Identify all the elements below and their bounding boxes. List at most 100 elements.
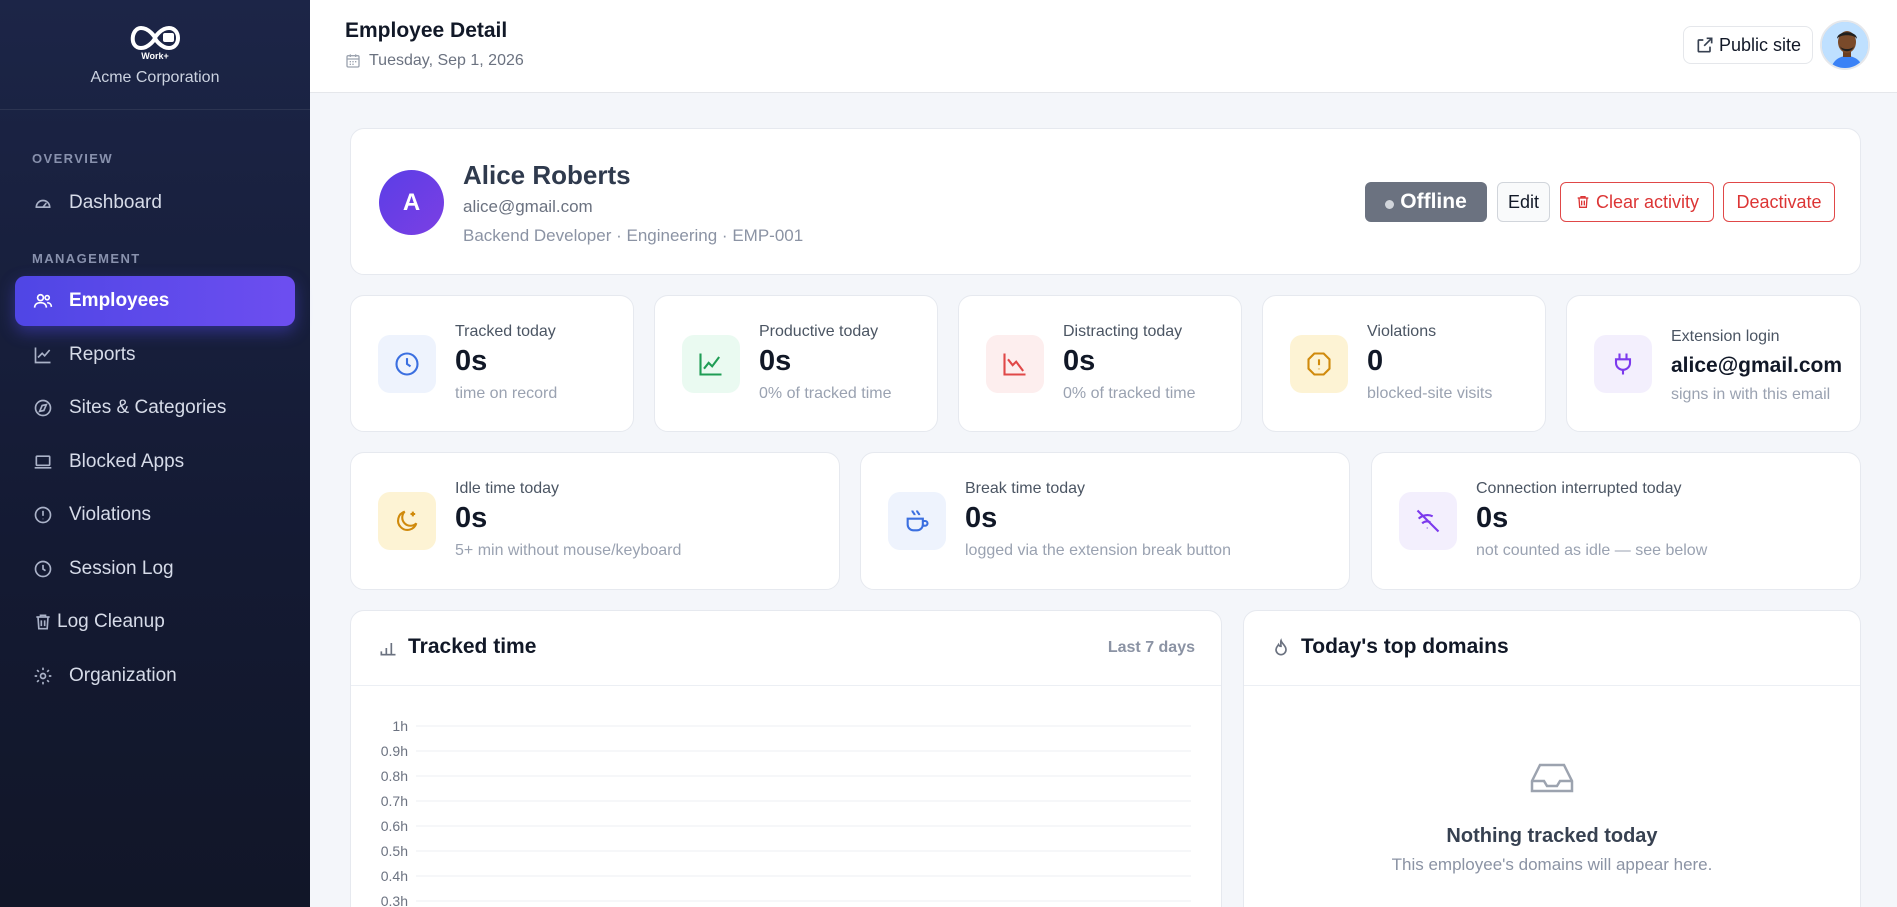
date-text: Tuesday, Sep 1, 2026	[369, 52, 524, 69]
sidebar-item-reports[interactable]: Reports	[15, 330, 295, 380]
stat-value: alice@gmail.com	[1671, 354, 1843, 377]
employee-meta: Backend Developer · Engineering · EMP-00…	[463, 226, 804, 245]
laptop-icon	[33, 452, 53, 472]
tracked-time-chart: 1h 0.9h 0.8h 0.7h 0.6h 0.5h 0.4h 0.3h	[381, 718, 1191, 907]
section-label-overview: OVERVIEW	[32, 151, 114, 166]
stat-sub: time on record	[455, 385, 558, 402]
gear-icon	[33, 666, 53, 686]
sidebar-item-label: Organization	[69, 665, 177, 686]
tracked-time-panel: Tracked time Last 7 days 1h 0.9h 0.8h 0.7h 0…	[350, 610, 1222, 907]
clock-icon	[378, 335, 436, 393]
sidebar-item-employees[interactable]: Employees	[15, 276, 295, 326]
stat-label: Idle time today	[455, 480, 560, 497]
flame-icon	[1271, 638, 1291, 658]
sidebar-item-label: Log Cleanup	[57, 611, 165, 632]
stat-label: Productive today	[759, 323, 879, 340]
stat-label: Violations	[1367, 323, 1437, 340]
stat-sub: blocked-site visits	[1367, 385, 1493, 402]
stat-value: 0s	[455, 502, 488, 534]
stat-value: 0s	[759, 345, 792, 377]
external-link-icon	[1695, 35, 1715, 55]
stat-value: 0s	[1063, 345, 1096, 377]
moon-icon	[378, 492, 436, 550]
status-text: Offline	[1400, 190, 1467, 213]
status-dot-icon	[1385, 199, 1395, 209]
sidebar-item-label: Session Log	[69, 558, 174, 579]
edit-button[interactable]: Edit	[1497, 182, 1550, 222]
stat-card-distracting-today: Distracting today 0s 0% of tracked time	[958, 295, 1242, 432]
clear-activity-button[interactable]: Clear activity	[1560, 182, 1714, 222]
sidebar: Work+ Acme Corporation OVERVIEW Dashboar…	[0, 0, 310, 907]
panel-header: Tracked time Last 7 days	[351, 611, 1221, 686]
stat-sub: 5+ min without mouse/keyboard	[455, 542, 682, 559]
sidebar-item-organization[interactable]: Organization	[15, 651, 295, 701]
stat-card-connection-interrupted: Connection interrupted today 0s not coun…	[1371, 452, 1861, 590]
stat-sub: logged via the extension break button	[965, 542, 1231, 559]
trash-icon	[1575, 194, 1591, 210]
stat-card-extension-login: Extension login alice@gmail.com signs in…	[1566, 295, 1861, 432]
bar-chart-icon	[378, 638, 398, 658]
stat-card-productive-today: Productive today 0s 0% of tracked time	[654, 295, 938, 432]
status-badge: Offline	[1365, 182, 1487, 222]
stat-sub: 0% of tracked time	[1063, 385, 1196, 402]
sidebar-item-label: Violations	[69, 504, 152, 525]
stat-sub: 0% of tracked time	[759, 385, 892, 402]
org-name: Acme Corporation	[90, 68, 220, 86]
company-logo[interactable]: Work+	[125, 23, 185, 61]
users-icon	[33, 291, 53, 311]
user-avatar[interactable]	[1820, 20, 1870, 70]
stat-card-tracked-today: Tracked today 0s time on record	[350, 295, 634, 432]
section-label-management: MANAGEMENT	[32, 251, 141, 266]
top-header: Employee Detail Tuesday, Sep 1, 2026 Pub…	[310, 0, 1897, 93]
calendar-icon	[345, 53, 361, 69]
chart-y-tick-label: 0.3h	[381, 893, 408, 907]
stat-label: Extension login	[1671, 328, 1780, 345]
trash-icon	[33, 612, 53, 632]
plug-icon	[1594, 335, 1652, 393]
stat-label: Tracked today	[455, 323, 556, 340]
stat-card-break-time: Break time today 0s logged via the exten…	[860, 452, 1350, 590]
coffee-icon	[888, 492, 946, 550]
chart-y-tick-label: 0.7h	[381, 793, 408, 809]
stat-value: 0s	[1476, 502, 1509, 534]
stat-value: 0s	[965, 502, 998, 534]
public-site-label: Public site	[1718, 34, 1802, 55]
alert-circle-icon	[33, 505, 53, 525]
stat-value: 0	[1367, 345, 1384, 377]
chart-y-tick-label: 1h	[392, 718, 408, 734]
sidebar-item-label: Blocked Apps	[69, 451, 185, 472]
chart-y-tick-label: 0.9h	[381, 743, 408, 759]
clock-icon	[33, 559, 53, 579]
sidebar-item-blocked-apps[interactable]: Blocked Apps	[15, 437, 295, 487]
sidebar-item-label: Reports	[69, 344, 136, 365]
stat-sub: signs in with this email	[1671, 386, 1831, 403]
sidebar-item-sites-categories[interactable]: Sites & Categories	[15, 383, 295, 433]
trend-up-icon	[682, 335, 740, 393]
compass-icon	[33, 398, 53, 418]
sidebar-item-log-cleanup[interactable]: Log Cleanup	[15, 597, 295, 647]
chart-line-icon	[33, 345, 53, 365]
empty-state-subtitle: This employee's domains will appear here…	[1391, 855, 1713, 874]
sidebar-item-violations[interactable]: Violations	[15, 490, 295, 540]
date-display: Tuesday, Sep 1, 2026	[345, 52, 524, 70]
public-site-button[interactable]: Public site	[1683, 26, 1813, 64]
infinity-logo-icon	[130, 25, 180, 50]
stat-label: Connection interrupted today	[1476, 480, 1682, 497]
deactivate-button[interactable]: Deactivate	[1723, 182, 1835, 222]
brand: Work+ Acme Corporation	[0, 0, 310, 110]
sidebar-item-session-log[interactable]: Session Log	[15, 544, 295, 594]
chart-y-tick-label: 0.5h	[381, 843, 408, 859]
sidebar-item-label: Dashboard	[69, 192, 162, 213]
stat-label: Break time today	[965, 480, 1086, 497]
stat-label: Distracting today	[1063, 323, 1183, 340]
sidebar-item-dashboard[interactable]: Dashboard	[15, 178, 295, 228]
page-title: Employee Detail	[345, 19, 508, 42]
panel-title: Tracked time	[408, 635, 537, 658]
alert-octagon-icon	[1290, 335, 1348, 393]
employee-name: Alice Roberts	[463, 160, 631, 190]
range-label: Last 7 days	[1107, 639, 1195, 656]
trend-down-icon	[986, 335, 1044, 393]
chart-y-tick-label: 0.6h	[381, 818, 408, 834]
wifi-off-icon	[1399, 492, 1457, 550]
panel-title: Today's top domains	[1301, 635, 1509, 658]
